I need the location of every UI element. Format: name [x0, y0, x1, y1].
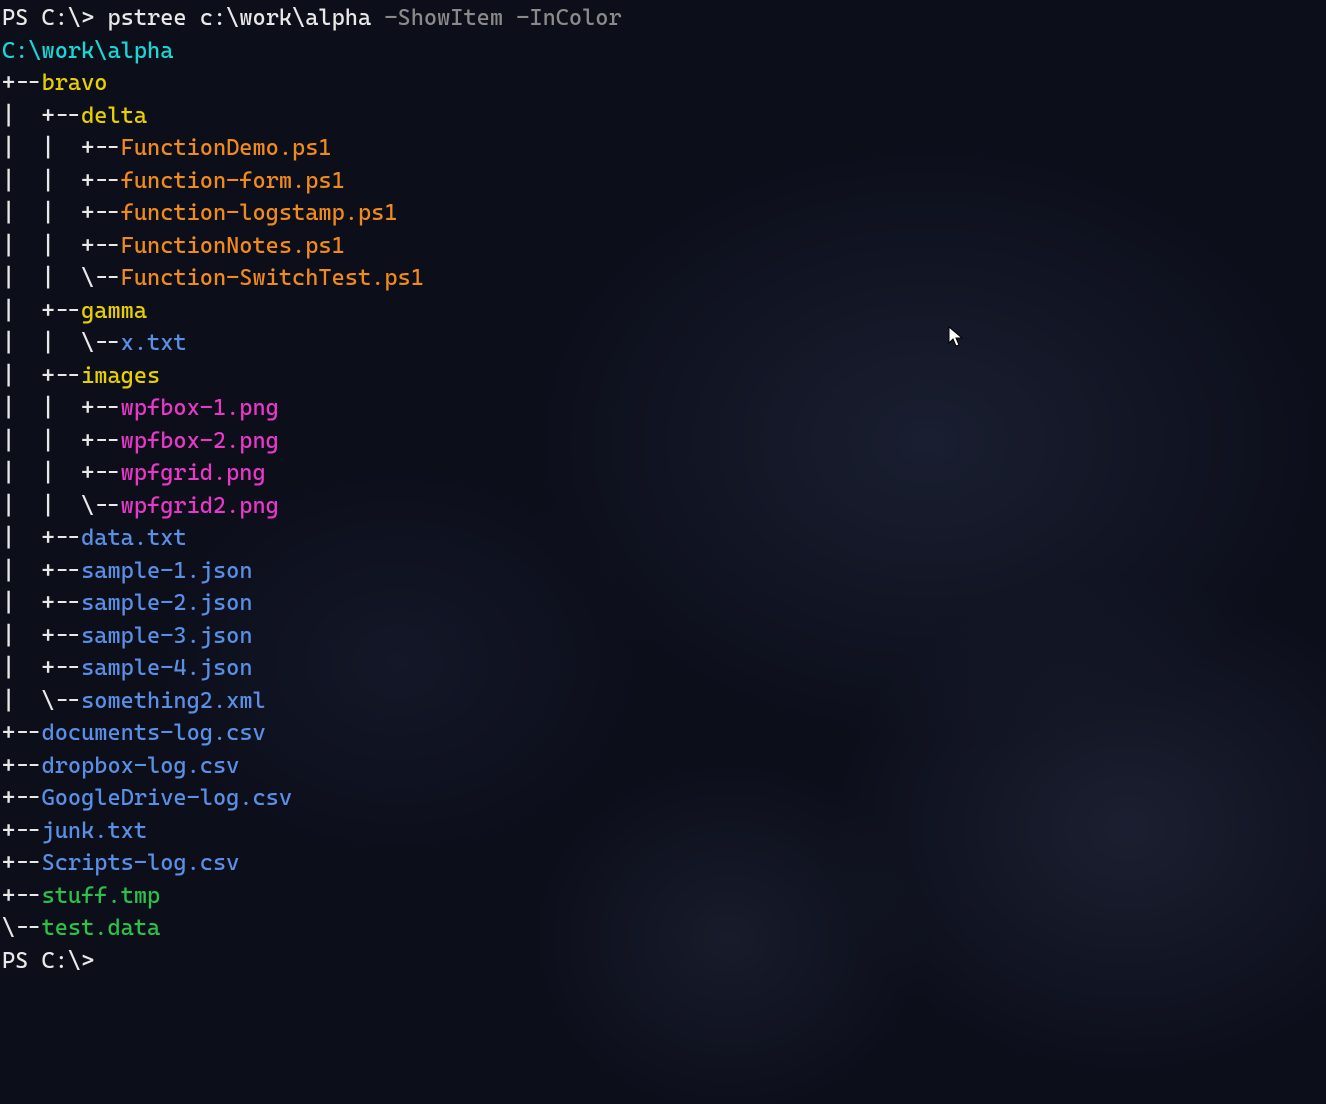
file-json: sample-1.json	[81, 558, 252, 584]
tree-branch: | +--	[2, 363, 81, 389]
file-json: sample-4.json	[81, 655, 252, 681]
ps-prompt: PS C:\>	[2, 5, 94, 31]
tree-branch: +--	[2, 753, 42, 779]
file-png: wpfbox-1.png	[121, 395, 279, 421]
tree-branch: +--	[2, 70, 42, 96]
ps-prompt[interactable]: PS C:\>	[2, 948, 94, 974]
dir-bravo: bravo	[42, 70, 108, 96]
tree-branch: +--	[2, 850, 42, 876]
dir-gamma: gamma	[81, 298, 147, 324]
file-csv: dropbox-log.csv	[42, 753, 240, 779]
tree-branch: | +--	[2, 525, 81, 551]
file-csv: documents-log.csv	[42, 720, 266, 746]
file-ps1: Function-SwitchTest.ps1	[121, 265, 424, 291]
tree-branch: | | +--	[2, 200, 121, 226]
file-data: test.data	[42, 915, 161, 941]
command-arg-path: c:\work\alpha	[200, 5, 371, 31]
tree-branch: | | \--	[2, 265, 121, 291]
command-flags: -ShowItem -InColor	[384, 5, 621, 31]
tree-branch: | \--	[2, 688, 81, 714]
file-txt: x.txt	[121, 330, 187, 356]
file-png: wpfgrid.png	[121, 460, 266, 486]
file-png: wpfbox-2.png	[121, 428, 279, 454]
tree-branch: \--	[2, 915, 42, 941]
terminal-output: PS C:\> pstree c:\work\alpha -ShowItem -…	[2, 2, 1324, 977]
tree-branch: | +--	[2, 590, 81, 616]
file-ps1: FunctionDemo.ps1	[121, 135, 332, 161]
file-txt: data.txt	[81, 525, 186, 551]
tree-root-path: C:\work\alpha	[2, 38, 173, 64]
dir-images: images	[81, 363, 160, 389]
tree-branch: | +--	[2, 103, 81, 129]
file-csv: Scripts-log.csv	[42, 850, 240, 876]
tree-branch: | | \--	[2, 330, 121, 356]
file-png: wpfgrid2.png	[121, 493, 279, 519]
file-ps1: function-form.ps1	[121, 168, 345, 194]
file-xml: something2.xml	[81, 688, 266, 714]
tree-branch: | | \--	[2, 493, 121, 519]
dir-delta: delta	[81, 103, 147, 129]
file-txt: junk.txt	[42, 818, 147, 844]
tree-branch: | | +--	[2, 395, 121, 421]
tree-branch: +--	[2, 785, 42, 811]
file-tmp: stuff.tmp	[42, 883, 161, 909]
tree-branch: | | +--	[2, 135, 121, 161]
tree-branch: | +--	[2, 558, 81, 584]
tree-branch: | | +--	[2, 233, 121, 259]
tree-branch: | | +--	[2, 460, 121, 486]
tree-branch: +--	[2, 883, 42, 909]
tree-branch: +--	[2, 818, 42, 844]
tree-branch: | | +--	[2, 428, 121, 454]
file-ps1: function-logstamp.ps1	[121, 200, 398, 226]
file-json: sample-3.json	[81, 623, 252, 649]
tree-branch: | +--	[2, 298, 81, 324]
tree-branch: +--	[2, 720, 42, 746]
file-csv: GoogleDrive-log.csv	[42, 785, 293, 811]
file-ps1: FunctionNotes.ps1	[121, 233, 345, 259]
tree-branch: | +--	[2, 655, 81, 681]
command-name: pstree	[107, 5, 186, 31]
file-json: sample-2.json	[81, 590, 252, 616]
tree-branch: | +--	[2, 623, 81, 649]
tree-branch: | | +--	[2, 168, 121, 194]
